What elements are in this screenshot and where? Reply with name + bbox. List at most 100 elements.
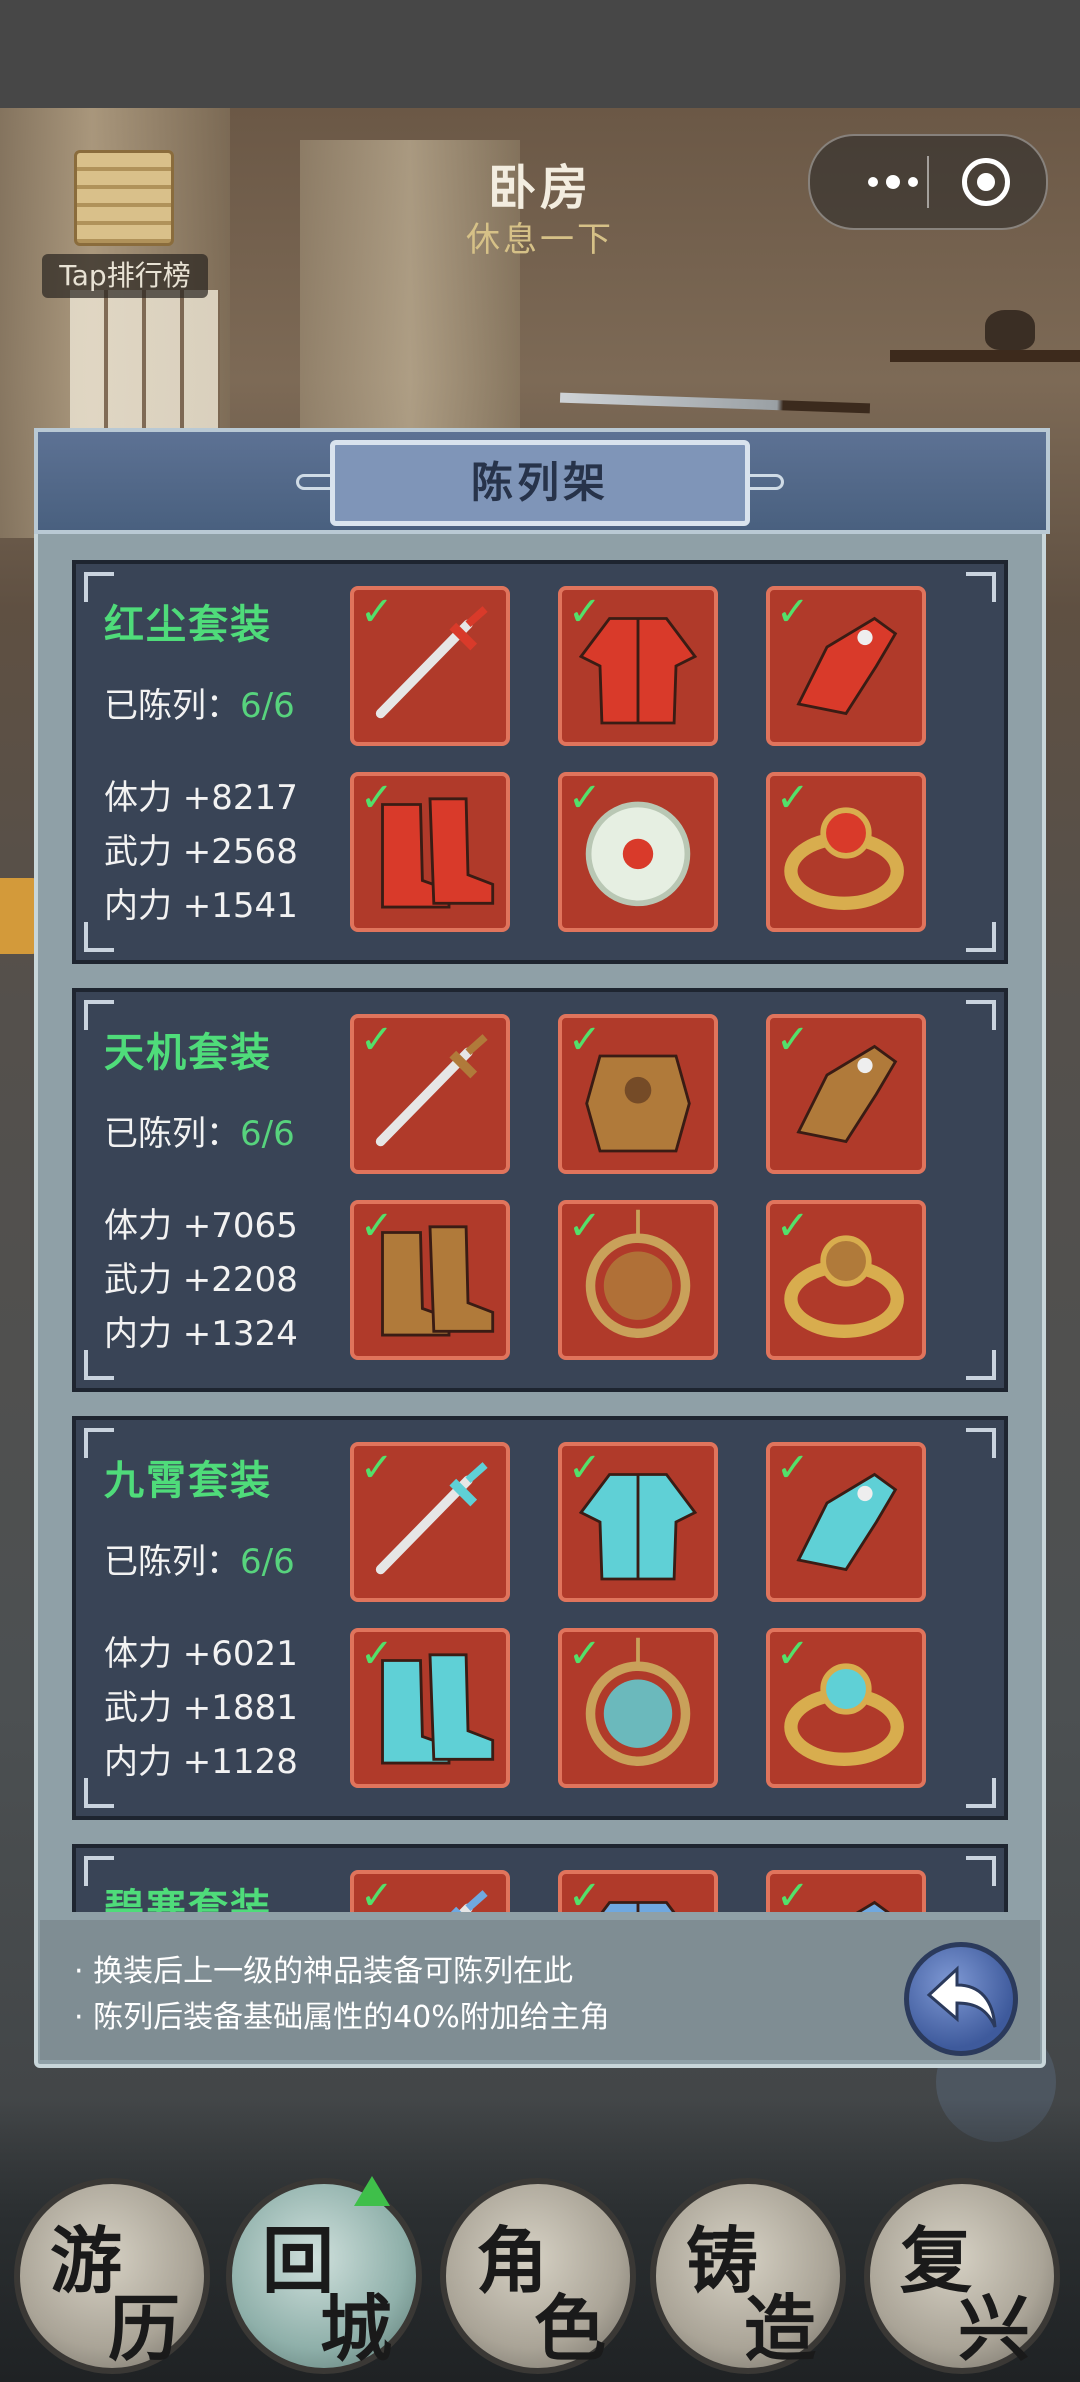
upgrade-arrow-icon [354, 2176, 390, 2206]
equipment-slot[interactable]: ✓ [558, 586, 718, 746]
nav-char-2: 色 [534, 2286, 607, 2371]
equipment-slot[interactable]: ✓ [766, 1870, 926, 1912]
equipment-slot[interactable]: ✓ [558, 772, 718, 932]
suit-card: 红尘套装 已陈列：6/6 体力 +8217 武力 +2568 内力 +1541 ✓ ✓ … [72, 560, 1008, 964]
tip-line-2: · 陈列后装备基础属性的40%附加给主角 [74, 2000, 610, 2035]
check-icon: ✓ [776, 1017, 810, 1063]
nav-char-2: 历 [108, 2286, 181, 2371]
check-icon: ✓ [776, 1203, 810, 1249]
equipment-slot[interactable]: ✓ [558, 1200, 718, 1360]
equipment-slot[interactable]: ✓ [558, 1442, 718, 1602]
equipment-slot[interactable]: ✓ [766, 1442, 926, 1602]
equipment-slot[interactable]: ✓ [558, 1014, 718, 1174]
nav-button[interactable]: 回城 [226, 2176, 422, 2374]
check-icon: ✓ [360, 1017, 394, 1063]
check-icon: ✓ [568, 1873, 602, 1912]
nav-button[interactable]: 游历 [14, 2178, 210, 2374]
equipment-slot[interactable]: ✓ [350, 1870, 510, 1912]
suit-name: 九霄套装 [104, 1458, 272, 1504]
check-icon: ✓ [360, 775, 394, 821]
nav-char-2: 造 [744, 2286, 817, 2371]
incense-pot [985, 310, 1035, 350]
stat-line: 内力 +1128 [104, 1742, 298, 1782]
target-icon[interactable] [962, 158, 1010, 206]
display-count-label: 已陈列： [104, 1542, 240, 1582]
display-count-value: 6/6 [240, 1114, 295, 1154]
check-icon: ✓ [568, 775, 602, 821]
suit-card: 天机套装 已陈列：6/6 体力 +7065 武力 +2208 内力 +1324 ✓ ✓ … [72, 988, 1008, 1392]
suit-card: 九霄套装 已陈列：6/6 体力 +6021 武力 +1881 内力 +1128 ✓ ✓ … [72, 1416, 1008, 1820]
stat-line: 武力 +1881 [104, 1688, 298, 1728]
tips-box: · 换装后上一级的神品装备可陈列在此 · 陈列后装备基础属性的40%附加给主角 [40, 1920, 1040, 2060]
capsule-divider [927, 156, 929, 208]
back-button[interactable] [904, 1942, 1018, 2056]
display-count-value: 6/6 [240, 1542, 295, 1582]
frame-corner [966, 1856, 996, 1886]
equipment-slot[interactable]: ✓ [350, 1628, 510, 1788]
more-dots-icon[interactable] [848, 158, 938, 206]
nav-char-2: 兴 [958, 2286, 1031, 2371]
scroll-icon [74, 150, 174, 246]
equipment-slot[interactable]: ✓ [350, 1442, 510, 1602]
check-icon: ✓ [360, 589, 394, 635]
equipment-slot[interactable]: ✓ [558, 1628, 718, 1788]
equipment-slot[interactable]: ✓ [766, 1014, 926, 1174]
display-count: 已陈列：6/6 [104, 678, 295, 727]
display-count-label: 已陈列： [104, 1114, 240, 1154]
equipment-slot[interactable]: ✓ [350, 1200, 510, 1360]
equipment-slot[interactable]: ✓ [558, 1870, 718, 1912]
leaderboard-button[interactable]: Tap排行榜 [42, 150, 208, 300]
display-count-label: 已陈列： [104, 686, 240, 726]
back-arrow-icon [926, 1965, 997, 2028]
frame-corner [966, 1350, 996, 1380]
suit-name: 天机套装 [104, 1030, 272, 1076]
equipment-slot[interactable]: ✓ [766, 772, 926, 932]
display-count: 已陈列：6/6 [104, 1534, 295, 1583]
check-icon: ✓ [568, 1017, 602, 1063]
check-icon: ✓ [568, 589, 602, 635]
suit-card: 碧寒套装 ✓ ✓ ✓ [72, 1844, 1008, 1912]
frame-corner [966, 1428, 996, 1458]
status-bar [0, 0, 1080, 108]
leaderboard-label: Tap排行榜 [42, 254, 208, 298]
equipment-slot[interactable]: ✓ [766, 586, 926, 746]
check-icon: ✓ [360, 1873, 394, 1912]
stat-line: 体力 +6021 [104, 1634, 298, 1674]
stat-line: 体力 +8217 [104, 778, 298, 818]
check-icon: ✓ [776, 1631, 810, 1677]
suit-name: 红尘套装 [104, 602, 272, 648]
frame-corner [966, 922, 996, 952]
nav-button[interactable]: 角色 [440, 2178, 636, 2374]
display-count: 已陈列：6/6 [104, 1106, 295, 1155]
check-icon: ✓ [776, 775, 810, 821]
check-icon: ✓ [360, 1203, 394, 1249]
check-icon: ✓ [568, 1445, 602, 1491]
suit-list[interactable]: 红尘套装 已陈列：6/6 体力 +8217 武力 +2568 内力 +1541 ✓ ✓ … [50, 540, 1030, 1912]
stat-line: 体力 +7065 [104, 1206, 298, 1246]
mini-program-capsule [808, 134, 1048, 230]
frame-corner [966, 1778, 996, 1808]
equipment-slot[interactable]: ✓ [350, 586, 510, 746]
frame-corner [966, 572, 996, 602]
check-icon: ✓ [776, 589, 810, 635]
nav-button[interactable]: 铸造 [650, 2178, 846, 2374]
equipment-slot[interactable]: ✓ [350, 1014, 510, 1174]
stat-line: 武力 +2208 [104, 1260, 298, 1300]
window [70, 290, 220, 430]
panel-title: 陈列架 [470, 458, 609, 507]
stat-line: 内力 +1324 [104, 1314, 298, 1354]
nav-char-2: 城 [320, 2286, 393, 2371]
suit-name: 碧寒套装 [104, 1886, 272, 1912]
nav-button[interactable]: 复兴 [864, 2178, 1060, 2374]
equipment-slot[interactable]: ✓ [766, 1628, 926, 1788]
stat-line: 武力 +2568 [104, 832, 298, 872]
check-icon: ✓ [360, 1445, 394, 1491]
check-icon: ✓ [568, 1631, 602, 1677]
tip-line-1: · 换装后上一级的神品装备可陈列在此 [74, 1954, 574, 1989]
equipment-slot[interactable]: ✓ [350, 772, 510, 932]
stat-line: 内力 +1541 [104, 886, 298, 926]
frame-corner [966, 1000, 996, 1030]
check-icon: ✓ [776, 1873, 810, 1912]
equipment-slot[interactable]: ✓ [766, 1200, 926, 1360]
display-count-value: 6/6 [240, 686, 295, 726]
